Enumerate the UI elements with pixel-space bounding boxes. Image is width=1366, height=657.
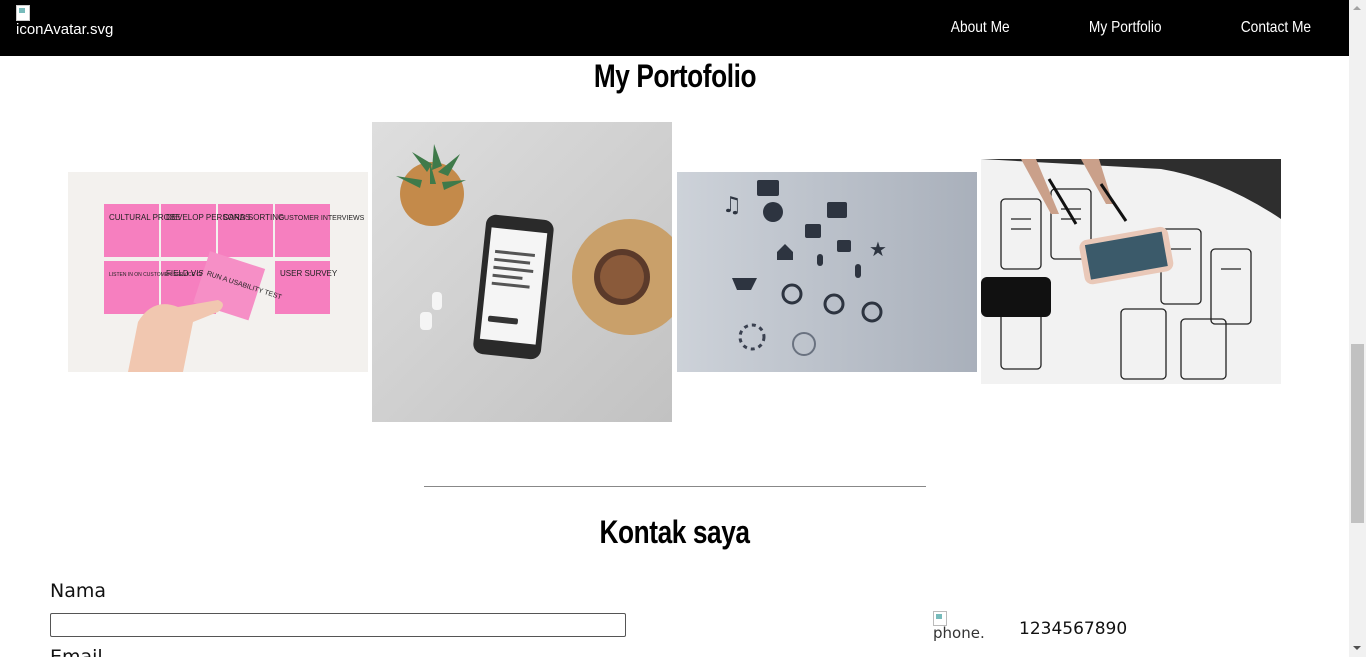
sticky-note-text: CUSTOMER INTERVIEWS xyxy=(279,215,365,222)
name-label: Nama xyxy=(50,580,107,602)
scroll-up-arrow-icon[interactable] xyxy=(1349,0,1366,17)
icons-image: ♫ ★ xyxy=(677,172,977,372)
sticky-note-text: CARD SORTING xyxy=(223,213,284,222)
contact-title: Kontak saya xyxy=(599,514,750,550)
broken-image-icon xyxy=(16,5,32,21)
nav-links: About Me My Portfolio Contact Me xyxy=(910,0,1349,56)
phone-icon: phone. xyxy=(933,611,989,651)
name-input[interactable] xyxy=(50,613,626,637)
wireframes-image xyxy=(981,159,1281,384)
nav-my-portfolio-link[interactable]: My Portfolio xyxy=(1089,19,1162,37)
phone-number: 1234567890 xyxy=(1019,619,1128,639)
nav-contact-me-link[interactable]: Contact Me xyxy=(1241,19,1311,37)
sticky-note-text: USER SURVEY xyxy=(280,269,338,278)
broken-image-icon xyxy=(933,611,949,626)
phone-desk-image xyxy=(372,122,672,422)
portfolio-title: My Portofolio xyxy=(593,58,756,94)
email-label: Email xyxy=(50,646,103,657)
svg-text:♫: ♫ xyxy=(722,193,742,218)
section-divider xyxy=(424,486,926,487)
avatar-logo-alt: iconAvatar.svg xyxy=(16,21,114,38)
phone-icon-alt: phone. xyxy=(933,624,985,642)
nav-about-me-link[interactable]: About Me xyxy=(951,19,1010,37)
svg-text:★: ★ xyxy=(869,237,887,261)
top-navbar: iconAvatar.svg About Me My Portfolio Con… xyxy=(0,0,1349,56)
scroll-down-arrow-icon[interactable] xyxy=(1349,640,1366,657)
vertical-scrollbar[interactable] xyxy=(1349,0,1366,657)
sticky-notes-image: CULTURAL PROBE DEVELOP PERSONAS CARD SOR… xyxy=(68,172,368,372)
scrollbar-thumb[interactable] xyxy=(1351,344,1364,523)
avatar-logo[interactable]: iconAvatar.svg xyxy=(16,5,116,49)
